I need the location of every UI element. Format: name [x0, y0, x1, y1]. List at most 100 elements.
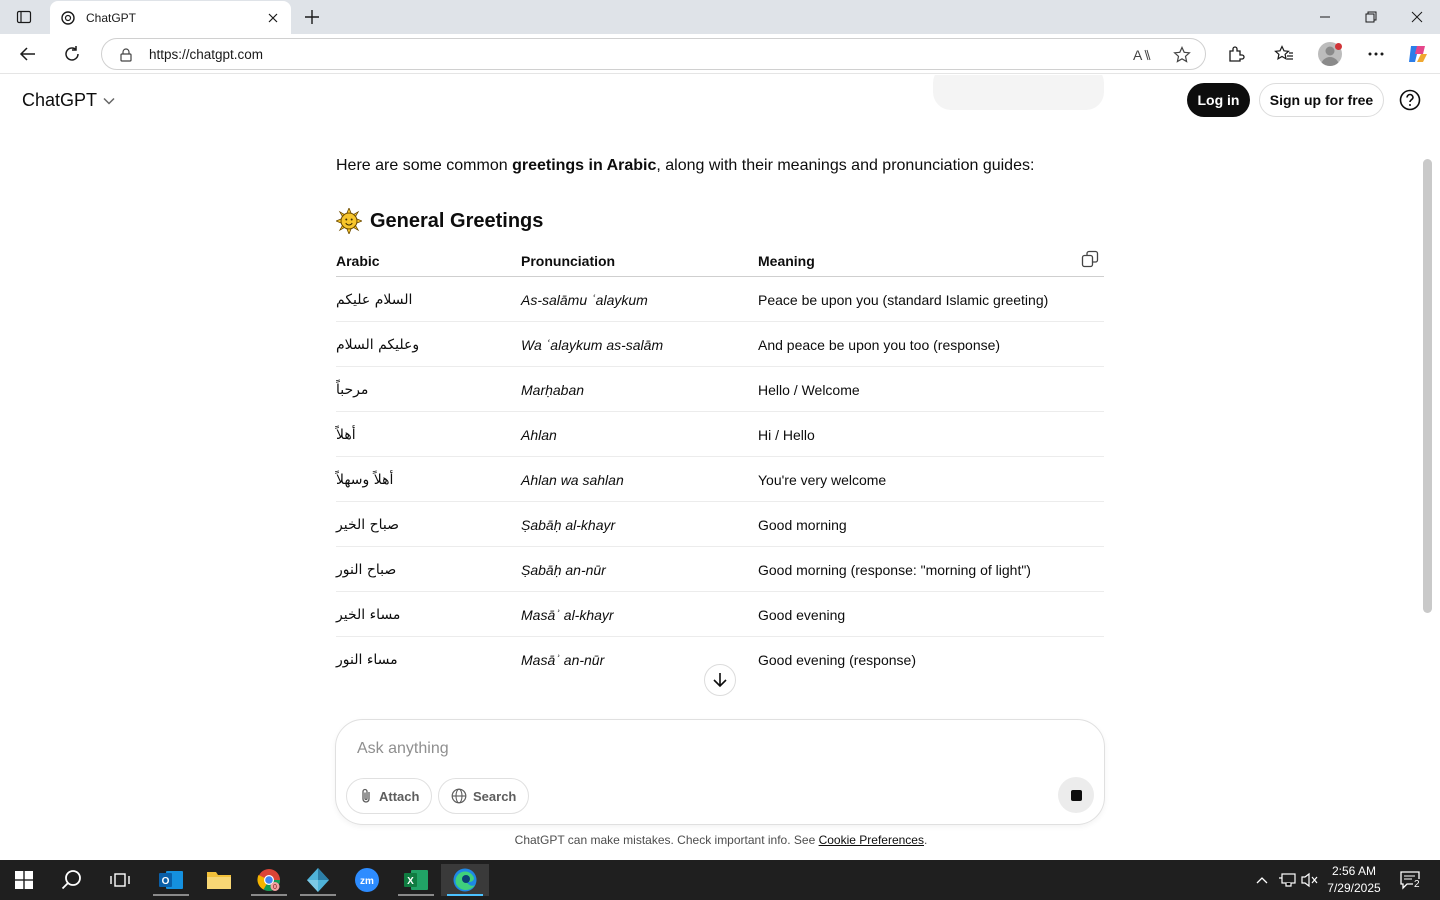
outlook-app[interactable]: O	[147, 864, 195, 896]
task-view-button[interactable]	[96, 864, 144, 896]
back-button[interactable]	[13, 40, 43, 68]
notifications-button[interactable]: 2	[1396, 860, 1426, 900]
blue-cube-icon	[307, 868, 329, 892]
excel-app[interactable]: X	[392, 864, 440, 896]
system-clock[interactable]: 2:56 AM 7/29/2025	[1322, 863, 1386, 897]
section-title: General Greetings	[370, 209, 544, 232]
browser-tab-chatgpt[interactable]: ChatGPT	[50, 1, 291, 34]
stop-icon	[1070, 789, 1082, 801]
svg-text:0: 0	[273, 884, 277, 891]
table-row: صباح النور Ṣabāḥ an-nūr Good morning (re…	[336, 547, 1104, 592]
file-explorer-app[interactable]	[195, 864, 243, 896]
chrome-icon: 0	[257, 869, 280, 891]
refresh-button[interactable]	[57, 40, 87, 68]
table-row: وعليكم السلام Wa ʿalaykum as-salām And p…	[336, 322, 1104, 367]
read-aloud-icon[interactable]: A	[1133, 46, 1151, 64]
tab-actions-button[interactable]	[10, 6, 38, 28]
stop-generating-button[interactable]	[1058, 777, 1094, 813]
column-header-meaning: Meaning	[758, 253, 815, 269]
table-row: أهلاً Ahlan Hi / Hello	[336, 412, 1104, 457]
cookie-preferences-link[interactable]: Cookie Preferences	[819, 833, 924, 847]
model-selector[interactable]: ChatGPT	[22, 90, 115, 111]
search-button[interactable]: Search	[438, 778, 530, 814]
login-button[interactable]: Log in	[1187, 83, 1250, 117]
arabic-cell: السلام عليكم	[336, 292, 413, 308]
chrome-app[interactable]: 0	[245, 864, 293, 896]
restore-button[interactable]	[1348, 0, 1394, 34]
favorites-list-icon	[1274, 45, 1293, 60]
close-icon	[1411, 11, 1423, 23]
zoom-icon: zm	[355, 868, 379, 892]
pronunciation-cell: As-salāmu ʿalaykum	[521, 292, 648, 308]
page-scrollbar[interactable]	[1423, 159, 1432, 613]
arabic-cell: أهلاً وسهلاً	[336, 472, 394, 488]
attach-button[interactable]: Attach	[346, 778, 433, 814]
running-indicator	[251, 894, 287, 896]
search-icon	[61, 870, 81, 890]
active-indicator	[447, 894, 483, 896]
url-text[interactable]: https://chatgpt.com	[149, 47, 263, 62]
new-tab-button[interactable]	[300, 6, 324, 28]
prompt-input[interactable]: Ask anything	[357, 740, 449, 758]
more-menu-button[interactable]	[1361, 40, 1391, 68]
minimize-icon	[1320, 16, 1330, 18]
taskbar-search-button[interactable]	[48, 864, 96, 896]
favorite-star-icon[interactable]	[1173, 46, 1191, 64]
extensions-button[interactable]	[1221, 40, 1251, 68]
pronunciation-cell: Masāʾ al-khayr	[521, 607, 614, 623]
user-message-bubble	[933, 75, 1104, 110]
folder-icon	[207, 872, 231, 889]
table-header: Arabic Pronunciation Meaning	[336, 245, 1104, 277]
signup-button[interactable]: Sign up for free	[1259, 83, 1384, 117]
help-icon	[1399, 89, 1421, 111]
cube-app[interactable]	[294, 864, 342, 896]
help-button[interactable]	[1398, 88, 1422, 112]
column-header-pronunciation: Pronunciation	[521, 253, 616, 269]
attach-label: Attach	[379, 788, 420, 804]
windows-logo-icon	[15, 871, 33, 889]
arabic-cell: مرحباً	[336, 382, 369, 398]
favorites-button[interactable]	[1269, 40, 1299, 68]
pronunciation-cell: Masāʾ an-nūr	[521, 652, 605, 668]
address-bar[interactable]: https://chatgpt.com A	[101, 38, 1206, 70]
pronunciation-cell: Ṣabāḥ al-khayr	[521, 517, 616, 533]
edge-app[interactable]	[441, 864, 489, 896]
scroll-to-bottom-button[interactable]	[704, 664, 736, 696]
show-hidden-icons-button[interactable]	[1252, 860, 1272, 900]
running-indicator	[300, 894, 336, 896]
profile-alert-dot	[1335, 43, 1342, 50]
table-row: السلام عليكم As-salāmu ʿalaykum Peace be…	[336, 277, 1104, 322]
volume-button[interactable]	[1299, 860, 1321, 900]
close-tab-icon[interactable]	[265, 10, 281, 26]
arabic-cell: أهلاً	[336, 427, 356, 443]
svg-text:zm: zm	[360, 876, 374, 887]
tab-title: ChatGPT	[86, 10, 137, 25]
close-window-button[interactable]	[1394, 0, 1440, 34]
disclaimer: ChatGPT can make mistakes. Check importa…	[514, 833, 928, 847]
volume-muted-icon	[1301, 872, 1318, 888]
pronunciation-cell: Ṣabāḥ an-nūr	[521, 562, 606, 578]
meaning-cell: And peace be upon you too (response)	[758, 337, 1001, 353]
pronunciation-cell: Ahlan wa sahlan	[521, 472, 624, 488]
clock-date: 7/29/2025	[1327, 881, 1381, 895]
meaning-cell: Hi / Hello	[758, 427, 815, 443]
copy-table-button[interactable]	[1080, 249, 1100, 269]
network-button[interactable]	[1276, 860, 1298, 900]
refresh-icon	[65, 46, 79, 61]
browser-titlebar: ChatGPT	[0, 0, 1440, 34]
tab-actions-icon	[16, 10, 32, 24]
copilot-button[interactable]	[1403, 40, 1433, 68]
search-label: Search	[473, 788, 517, 804]
pronunciation-cell: Marḥaban	[521, 382, 585, 398]
prompt-composer[interactable]: Ask anything Attach Search	[335, 719, 1105, 825]
lock-icon[interactable]	[118, 47, 134, 63]
sun-icon	[336, 208, 362, 234]
table-row: مساء الخير Masāʾ al-khayr Good evening	[336, 592, 1104, 637]
greetings-table: Arabic Pronunciation Meaning السلام عليك…	[336, 245, 1104, 682]
start-button[interactable]	[0, 864, 48, 896]
paperclip-icon	[362, 788, 370, 803]
minimize-button[interactable]	[1302, 0, 1348, 34]
zoom-app[interactable]: zm	[343, 864, 391, 896]
arabic-cell: مساء الخير	[336, 607, 401, 623]
chatgpt-page: ChatGPT Log in Sign up for free Here are…	[4, 75, 1438, 858]
